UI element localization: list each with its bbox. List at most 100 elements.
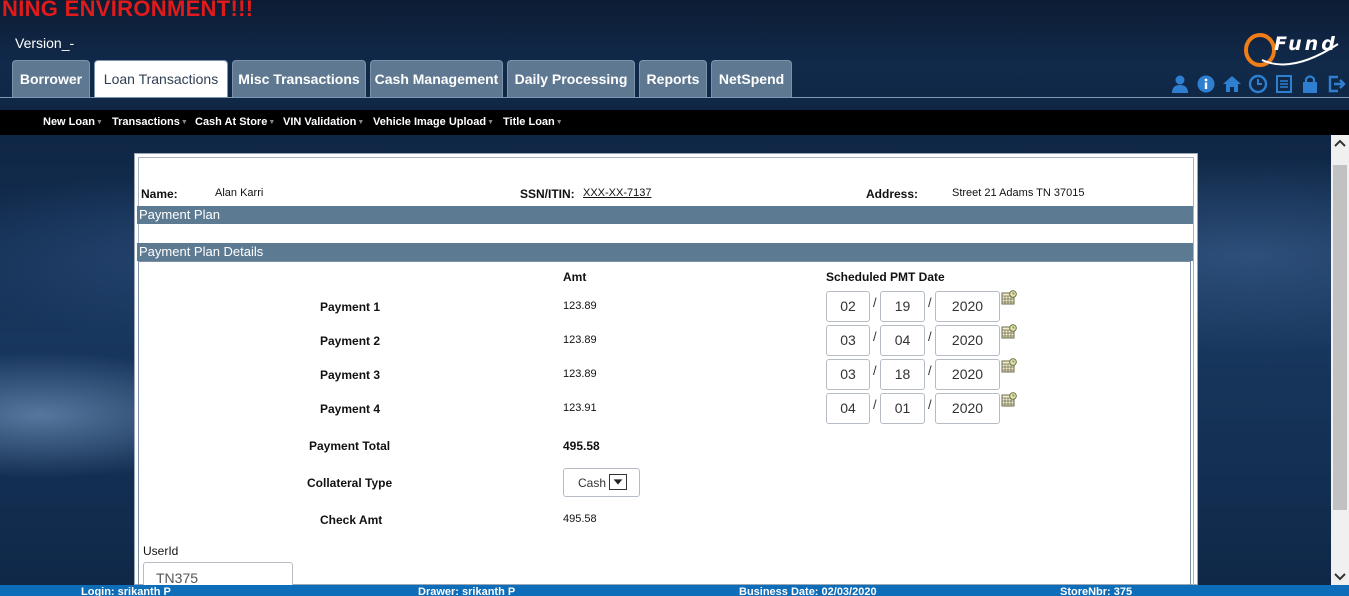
scroll-down-icon[interactable] bbox=[1331, 567, 1349, 585]
version-label: Version_- bbox=[15, 35, 75, 51]
amt-column-header: Amt bbox=[563, 270, 587, 284]
date-separator: / bbox=[873, 295, 877, 310]
date-separator: / bbox=[928, 363, 932, 378]
payment-label: Payment 1 bbox=[320, 300, 381, 314]
payment-day-input[interactable]: 19 bbox=[880, 291, 925, 322]
payment-day-input[interactable]: 01 bbox=[880, 393, 925, 424]
payment-amount: 123.91 bbox=[563, 402, 597, 414]
date-separator: / bbox=[928, 397, 932, 412]
chevron-down-icon: ▼ bbox=[487, 119, 495, 126]
collateral-type-label: Collateral Type bbox=[307, 476, 393, 490]
payment-month-input[interactable]: 03 bbox=[826, 325, 870, 356]
environment-banner: NING ENVIRONMENT!!! bbox=[2, 0, 254, 21]
payment-label: Payment 3 bbox=[320, 368, 381, 382]
footer-login: Login: srikanth P bbox=[81, 586, 171, 596]
payment-label: Payment 2 bbox=[320, 334, 381, 348]
sub-menu-bar: New Loan▼ Transactions▼ Cash At Store▼ V… bbox=[0, 110, 1349, 135]
logout-icon[interactable] bbox=[1326, 74, 1346, 94]
date-separator: / bbox=[873, 329, 877, 344]
chevron-down-icon: ▼ bbox=[268, 119, 276, 126]
date-separator: / bbox=[873, 363, 877, 378]
submenu-vin-validation[interactable]: VIN Validation▼ bbox=[283, 116, 364, 128]
lock-icon[interactable] bbox=[1300, 74, 1320, 94]
home-icon[interactable] bbox=[1222, 74, 1242, 94]
check-amt-label: Check Amt bbox=[320, 513, 383, 527]
qfund-logo: Fund bbox=[1242, 30, 1346, 70]
vertical-scrollbar[interactable] bbox=[1331, 135, 1349, 585]
payment-total-value: 495.58 bbox=[563, 439, 600, 453]
submenu-vin-validation-label: VIN Validation bbox=[283, 116, 357, 128]
scrollbar-thumb[interactable] bbox=[1333, 165, 1347, 510]
footer-store-number: StoreNbr: 375 bbox=[1060, 586, 1133, 596]
name-label: Name: bbox=[141, 187, 178, 201]
chevron-down-icon: ▼ bbox=[180, 119, 188, 126]
notes-icon[interactable] bbox=[1274, 74, 1294, 94]
payment-year-input[interactable]: 2020 bbox=[935, 325, 1000, 356]
payment-month-input[interactable]: 02 bbox=[826, 291, 870, 322]
user-icon[interactable] bbox=[1170, 74, 1190, 94]
payment-year-input[interactable]: 2020 bbox=[935, 359, 1000, 390]
payment-amount: 123.89 bbox=[563, 334, 597, 346]
content-panel: Name: Alan Karri SSN/ITIN: XXX-XX-7137 A… bbox=[134, 153, 1198, 592]
tab-netspend[interactable]: NetSpend bbox=[711, 60, 792, 97]
calendar-icon[interactable] bbox=[1001, 290, 1017, 306]
clock-icon[interactable] bbox=[1248, 74, 1268, 94]
app-header: NING ENVIRONMENT!!! Version_- Fund Borro… bbox=[0, 0, 1349, 110]
chevron-down-icon[interactable] bbox=[609, 474, 627, 490]
payment-plan-details-header: Payment Plan Details bbox=[137, 243, 1193, 261]
userid-label: UserId bbox=[143, 544, 179, 558]
tab-daily-processing[interactable]: Daily Processing bbox=[507, 60, 635, 97]
header-divider bbox=[0, 97, 1349, 98]
submenu-vehicle-image-upload-label: Vehicle Image Upload bbox=[373, 116, 487, 128]
calendar-icon[interactable] bbox=[1001, 392, 1017, 408]
chevron-down-icon: ▼ bbox=[357, 119, 365, 126]
logo-text: Fund bbox=[1274, 33, 1338, 55]
submenu-title-loan-label: Title Loan bbox=[503, 116, 555, 128]
collateral-type-value: Cash bbox=[578, 476, 607, 490]
customer-name: Alan Karri bbox=[215, 187, 264, 199]
payment-amount: 123.89 bbox=[563, 300, 597, 312]
payment-plan-header: Payment Plan bbox=[137, 206, 1193, 224]
submenu-new-loan-label: New Loan bbox=[43, 116, 95, 128]
payment-plan-details-box: Amt Scheduled PMT Date Payment 1 123.89 02… bbox=[138, 261, 1191, 592]
submenu-transactions[interactable]: Transactions▼ bbox=[112, 116, 188, 128]
scroll-up-icon[interactable] bbox=[1331, 135, 1349, 153]
scheduled-date-column-header: Scheduled PMT Date bbox=[826, 270, 945, 284]
payment-total-label: Payment Total bbox=[309, 439, 391, 453]
address-label: Address: bbox=[866, 187, 919, 201]
footer-business-date: Business Date: 02/03/2020 bbox=[739, 586, 877, 596]
chevron-down-icon: ▼ bbox=[95, 119, 103, 126]
status-footer: Login: srikanth P Drawer: srikanth P Bus… bbox=[0, 585, 1349, 596]
tab-reports[interactable]: Reports bbox=[639, 60, 707, 97]
footer-drawer: Drawer: srikanth P bbox=[418, 586, 516, 596]
date-separator: / bbox=[928, 329, 932, 344]
payment-label: Payment 4 bbox=[320, 402, 381, 416]
submenu-cash-at-store-label: Cash At Store bbox=[195, 116, 268, 128]
tab-borrower[interactable]: Borrower bbox=[12, 60, 90, 97]
tab-misc-transactions[interactable]: Misc Transactions bbox=[232, 60, 366, 97]
submenu-title-loan[interactable]: Title Loan▼ bbox=[503, 116, 563, 128]
ssn-label: SSN/ITIN: bbox=[520, 187, 575, 201]
payment-amount: 123.89 bbox=[563, 368, 597, 380]
ssn-value: XXX-XX-7137 bbox=[583, 187, 652, 199]
submenu-vehicle-image-upload[interactable]: Vehicle Image Upload▼ bbox=[373, 116, 494, 128]
tab-cash-management[interactable]: Cash Management bbox=[370, 60, 503, 97]
check-amt-value: 495.58 bbox=[563, 513, 597, 525]
payment-day-input[interactable]: 04 bbox=[880, 325, 925, 356]
submenu-transactions-label: Transactions bbox=[112, 116, 180, 128]
customer-address: Street 21 Adams TN 37015 bbox=[952, 187, 1085, 199]
payment-day-input[interactable]: 18 bbox=[880, 359, 925, 390]
chevron-down-icon: ▼ bbox=[555, 119, 563, 126]
calendar-icon[interactable] bbox=[1001, 324, 1017, 340]
submenu-cash-at-store[interactable]: Cash At Store▼ bbox=[195, 116, 275, 128]
calendar-icon[interactable] bbox=[1001, 358, 1017, 374]
payment-year-input[interactable]: 2020 bbox=[935, 291, 1000, 322]
payment-month-input[interactable]: 03 bbox=[826, 359, 870, 390]
collateral-type-select[interactable]: Cash bbox=[563, 468, 640, 497]
info-icon[interactable] bbox=[1196, 74, 1216, 94]
tab-loan-transactions[interactable]: Loan Transactions bbox=[94, 60, 228, 97]
payment-month-input[interactable]: 04 bbox=[826, 393, 870, 424]
date-separator: / bbox=[928, 295, 932, 310]
submenu-new-loan[interactable]: New Loan▼ bbox=[43, 116, 103, 128]
payment-year-input[interactable]: 2020 bbox=[935, 393, 1000, 424]
